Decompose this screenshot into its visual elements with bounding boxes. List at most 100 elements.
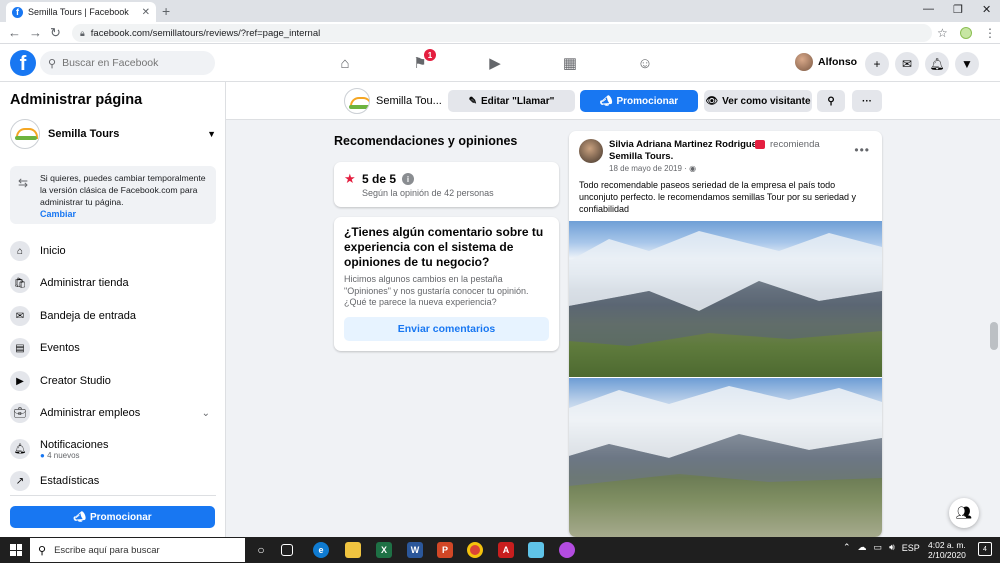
- acrobat-icon[interactable]: A: [498, 542, 514, 558]
- account-menu-chevron-icon[interactable]: ▼: [955, 52, 979, 76]
- more-dots-icon: ···: [862, 95, 872, 107]
- taskbar-search[interactable]: ⚲ Escribe aquí para buscar: [30, 538, 245, 562]
- reload-icon[interactable]: ↻: [50, 25, 61, 41]
- search-input[interactable]: [62, 57, 203, 69]
- facebook-search[interactable]: ⚲: [40, 51, 215, 75]
- inbox-icon: ✉: [10, 306, 30, 326]
- briefcase-icon: 💼︎: [10, 403, 30, 423]
- post-photo[interactable]: [569, 221, 882, 377]
- promote-button[interactable]: 📣︎ Promocionar: [10, 506, 215, 528]
- paint-icon[interactable]: [559, 542, 575, 558]
- post-options-icon[interactable]: •••: [854, 143, 870, 157]
- sidebar-item-estadisticas[interactable]: ↗ Estadísticas: [10, 469, 216, 493]
- calendar-icon: ▤: [10, 338, 30, 358]
- scrollbar-thumb[interactable]: [990, 322, 998, 350]
- caret-down-icon: ▼: [207, 129, 216, 139]
- promote-header-button[interactable]: 📣︎ Promocionar: [580, 90, 698, 112]
- excel-icon[interactable]: X: [376, 542, 392, 558]
- word-icon[interactable]: W: [407, 542, 423, 558]
- system-tray: ⌃ ☁ ▭ 🔊︎ ESP: [843, 542, 920, 553]
- feedback-text: Hicimos algunos cambios en la pestaña "O…: [344, 274, 529, 307]
- sidebar-item-eventos[interactable]: ▤ Eventos: [10, 336, 216, 360]
- page-name[interactable]: Semilla Tou...: [376, 95, 442, 107]
- windows-start-icon[interactable]: [10, 544, 22, 556]
- maximize-icon[interactable]: ❐: [953, 3, 963, 16]
- language-indicator[interactable]: ESP: [902, 543, 920, 553]
- send-feedback-button[interactable]: Enviar comentarios: [344, 317, 549, 341]
- notifications-bell-icon[interactable]: 🔔︎: [925, 52, 949, 76]
- bookmark-star-icon[interactable]: ☆: [937, 26, 948, 40]
- feedback-question: ¿Tienes algún comentario sobre tu experi…: [344, 225, 544, 269]
- minimize-icon[interactable]: —: [923, 3, 934, 15]
- cortana-icon[interactable]: ○: [253, 542, 269, 558]
- avatar[interactable]: [579, 139, 603, 163]
- volume-icon[interactable]: 🔊︎: [889, 542, 895, 553]
- taskbar-clock[interactable]: 4:02 a. m. 2/10/2020: [928, 540, 966, 560]
- close-window-icon[interactable]: ✕: [982, 3, 991, 16]
- edge-icon[interactable]: e: [313, 542, 329, 558]
- view-as-label: Ver como visitante: [722, 95, 811, 107]
- network-icon[interactable]: ▭: [874, 542, 883, 553]
- app-icon[interactable]: [528, 542, 544, 558]
- taskbar-search-placeholder: Escribe aquí para buscar: [54, 544, 160, 556]
- url-bar[interactable]: 🔒︎ facebook.com/semillatours/reviews/?re…: [72, 24, 932, 42]
- facebook-logo-icon[interactable]: f: [10, 50, 36, 76]
- sidebar-item-notificaciones[interactable]: 🔔︎ Notificaciones ● 4 nuevos: [10, 434, 216, 464]
- more-options-button[interactable]: ···: [852, 90, 882, 112]
- home-icon[interactable]: ⌂: [334, 54, 356, 72]
- post-photo[interactable]: [569, 378, 882, 537]
- chevron-down-icon[interactable]: ⌄: [202, 408, 210, 419]
- action-center-icon[interactable]: 4: [978, 542, 992, 556]
- browser-tab-bar: f Semilla Tours | Facebook ✕ + — ❐ ✕: [0, 0, 1000, 22]
- post-page[interactable]: Semilla Tours.: [609, 151, 673, 162]
- close-tab-icon[interactable]: ✕: [142, 7, 150, 18]
- post-date[interactable]: 18 de mayo de 2019 · ◉: [609, 164, 696, 173]
- sidebar-item-bandeja-de-entrada[interactable]: ✉ Bandeja de entrada: [10, 304, 216, 328]
- page-header-bar: Semilla Tou... ✎ Editar "Llamar" 📣︎ Prom…: [226, 82, 1000, 120]
- avatar: [795, 53, 813, 71]
- chrome-icon[interactable]: [467, 542, 483, 558]
- edit-call-button[interactable]: ✎ Editar "Llamar": [448, 90, 575, 112]
- megaphone-icon: 📣︎: [73, 511, 86, 523]
- new-tab-button[interactable]: +: [162, 3, 170, 19]
- sidebar-item-administrar-empleos[interactable]: 💼︎ Administrar empleos ⌄: [10, 401, 216, 425]
- extension-icon[interactable]: [960, 27, 972, 39]
- file-explorer-icon[interactable]: [345, 542, 361, 558]
- task-view-icon[interactable]: [281, 544, 293, 556]
- post-author[interactable]: Silvia Adriana Martinez Rodriguez: [609, 139, 762, 150]
- sidebar-item-label: Notificaciones: [40, 438, 109, 451]
- user-profile-link[interactable]: Alfonso: [795, 53, 857, 71]
- classic-version-text: Si quieres, puedes cambiar temporalmente…: [40, 173, 206, 207]
- switch-link[interactable]: Cambiar: [40, 208, 210, 220]
- sidebar-item-inicio[interactable]: ⌂ Inicio: [10, 239, 216, 263]
- browser-tab[interactable]: f Semilla Tours | Facebook ✕: [6, 2, 156, 22]
- sidebar-item-creator-studio[interactable]: ▶ Creator Studio: [10, 369, 216, 393]
- address-bar-row: ← → ↻ 🔒︎ facebook.com/semillatours/revie…: [0, 22, 1000, 44]
- page-logo-icon[interactable]: [344, 88, 370, 114]
- cloud-icon[interactable]: ☁: [858, 542, 867, 553]
- page-selector[interactable]: Semilla Tours ▼: [10, 118, 216, 150]
- search-page-button[interactable]: ⚲: [817, 90, 845, 112]
- browser-menu-icon[interactable]: ⋮: [984, 26, 996, 40]
- people-fab-button[interactable]: 👥︎: [949, 498, 979, 528]
- sidebar-item-label: Eventos: [40, 342, 80, 354]
- facebook-top-nav: f ⚲ ⌂ ⚑ ▶ ▦ ☺ Alfonso + ✉ 🔔︎ ▼: [0, 44, 1000, 82]
- watch-icon[interactable]: ▶: [484, 54, 506, 72]
- chevron-up-icon[interactable]: ⌃: [843, 542, 851, 553]
- sidebar-title: Administrar página: [10, 92, 143, 108]
- sidebar-item-administrar-tienda[interactable]: 🛍︎ Administrar tienda: [10, 271, 216, 295]
- messenger-icon[interactable]: ✉: [895, 52, 919, 76]
- post-action: recomienda: [770, 139, 820, 150]
- public-globe-icon: ◉: [689, 164, 697, 173]
- marketplace-icon[interactable]: ▦: [559, 54, 581, 72]
- back-icon[interactable]: ←: [8, 25, 21, 40]
- powerpoint-icon[interactable]: P: [437, 542, 453, 558]
- create-plus-icon[interactable]: +: [865, 52, 889, 76]
- page-logo-icon: [10, 119, 40, 149]
- info-icon[interactable]: i: [402, 173, 414, 185]
- forward-icon[interactable]: →: [29, 25, 42, 40]
- groups-icon[interactable]: ☺: [634, 54, 656, 72]
- people-icon: 👥︎: [955, 505, 973, 520]
- view-as-visitor-button[interactable]: 👁︎ Ver como visitante: [704, 90, 812, 112]
- rating-card: ★ 5 de 5 i Según la opinión de 42 person…: [334, 162, 559, 207]
